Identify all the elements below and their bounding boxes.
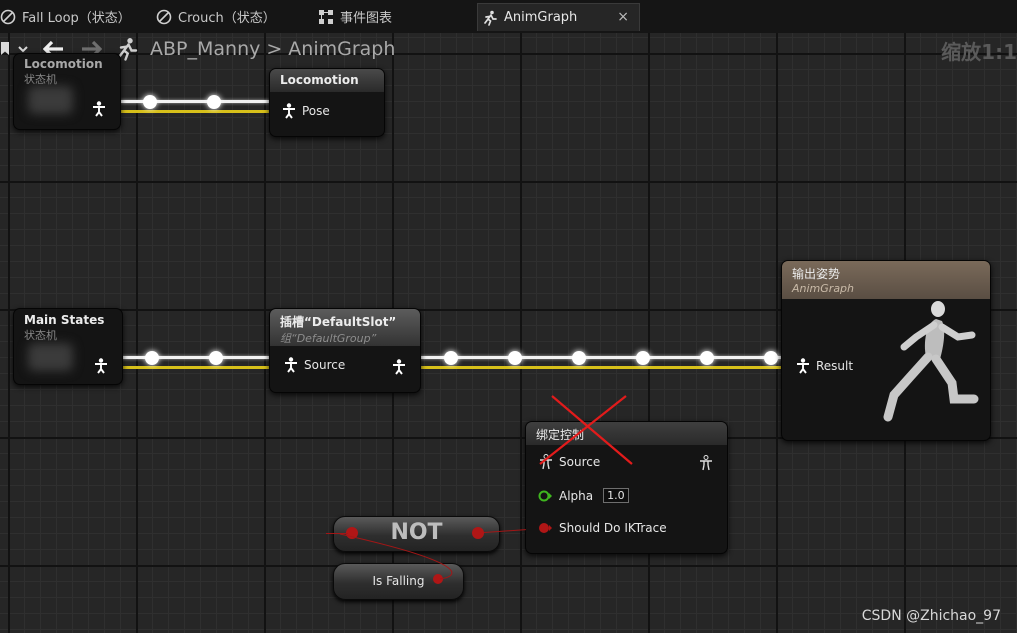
pose-pin-icon[interactable] <box>92 101 106 117</box>
breadcrumb-graph[interactable]: AnimGraph <box>288 38 395 60</box>
tab-animgraph[interactable]: AnimGraph × <box>477 3 640 31</box>
node-title: Locomotion <box>24 57 103 71</box>
wire-flow-dot <box>143 95 157 109</box>
wire-flow-dot <box>764 351 778 365</box>
node-subtitle: 状态机 <box>24 329 57 342</box>
state-icon <box>0 9 16 24</box>
float-pin-icon <box>538 490 552 501</box>
bool-output-pin[interactable] <box>472 527 484 539</box>
wire-flow-dot <box>636 351 650 365</box>
node-title: 插槽“DefaultSlot” <box>280 315 397 329</box>
alpha-value-field[interactable]: 1.0 <box>603 488 629 503</box>
alpha-pin[interactable]: Alpha 1.0 <box>538 488 629 503</box>
node-title: 输出姿势 <box>792 267 841 281</box>
exec-wire <box>120 110 270 113</box>
state-machine-preview <box>28 86 73 114</box>
bookmark-icon[interactable] <box>1 42 11 56</box>
result-pin[interactable]: Result <box>796 358 853 374</box>
exec-wire <box>120 366 270 369</box>
slot-node[interactable]: 插槽“DefaultSlot” 组“DefaultGroup” Source <box>269 308 421 393</box>
node-title: Locomotion <box>280 73 359 87</box>
state-machine-preview <box>28 343 73 371</box>
breadcrumb: ABP_Manny > AnimGraph <box>0 33 1017 65</box>
tab-bar: Fall Loop（状态） Crouch（状态） 事件图表 AnimGraph … <box>0 0 1017 33</box>
pose-pin-icon <box>285 357 297 373</box>
running-mannequin-icon <box>883 301 979 422</box>
source-pin[interactable]: Source <box>284 357 345 373</box>
close-icon[interactable]: × <box>617 9 629 25</box>
event-graph-icon <box>319 9 333 24</box>
pose-pin-icon <box>283 103 295 119</box>
zoom-label: 缩放1:1 <box>941 40 1017 64</box>
main-states-node[interactable]: Main States 状态机 <box>13 308 123 385</box>
node-subtitle: AnimGraph <box>792 282 855 295</box>
pin-label: Pose <box>302 104 330 118</box>
pose-pin[interactable]: Pose <box>282 103 330 119</box>
wire-flow-dot <box>508 351 522 365</box>
pose-wire <box>120 356 270 359</box>
breadcrumb-asset[interactable]: ABP_Manny <box>150 38 260 60</box>
anim-graph-editor: Fall Loop（状态） Crouch（状态） 事件图表 AnimGraph … <box>0 0 1017 633</box>
bool-pin-icon <box>539 523 552 533</box>
wire-flow-dot <box>209 351 223 365</box>
watermark: CSDN @Zhichao_97 <box>861 608 1001 624</box>
locomotion-pose-node[interactable]: Locomotion Pose <box>269 68 385 137</box>
pin-label: Source <box>304 358 346 372</box>
pose-output-pin-icon[interactable] <box>699 455 713 471</box>
node-subtitle: 状态机 <box>24 73 57 86</box>
node-title: Main States <box>24 313 105 327</box>
running-man-icon <box>484 10 497 26</box>
breadcrumb-separator: > <box>266 38 283 60</box>
tab-fall-loop[interactable]: Fall Loop（状态） <box>0 3 140 30</box>
wire-flow-dot <box>145 351 159 365</box>
should-do-iktrace-pin[interactable]: Should Do IKTrace <box>538 521 667 535</box>
exec-wire <box>420 366 782 369</box>
tab-label: Crouch（状态） <box>178 11 276 26</box>
wire-flow-dot <box>444 351 458 365</box>
wire-flow-dot <box>207 95 221 109</box>
pin-label: Result <box>816 359 854 373</box>
tab-crouch[interactable]: Crouch（状态） <box>156 3 306 30</box>
wire-flow-dot <box>572 351 586 365</box>
locomotion-state-machine-node[interactable]: Locomotion 状态机 <box>13 53 121 130</box>
tab-label: AnimGraph <box>504 10 578 25</box>
bool-wire <box>339 533 453 580</box>
wire-flow-dot <box>700 351 714 365</box>
output-pose-node[interactable]: 输出姿势 AnimGraph Result <box>781 260 991 441</box>
pose-wire <box>420 356 782 359</box>
pose-output-pin-icon[interactable] <box>392 359 406 375</box>
tab-event-graph[interactable]: 事件图表 <box>318 3 438 30</box>
node-subtitle: 组“DefaultGroup” <box>280 332 377 345</box>
state-icon <box>156 9 172 24</box>
pose-pin-icon <box>797 358 809 374</box>
tab-label: Fall Loop（状态） <box>22 11 131 26</box>
red-cross-mark <box>539 395 633 465</box>
pose-pin-icon[interactable] <box>94 358 108 374</box>
pin-label: Alpha <box>559 488 594 503</box>
pin-label: Should Do IKTrace <box>559 521 667 535</box>
tab-label: 事件图表 <box>340 11 393 26</box>
